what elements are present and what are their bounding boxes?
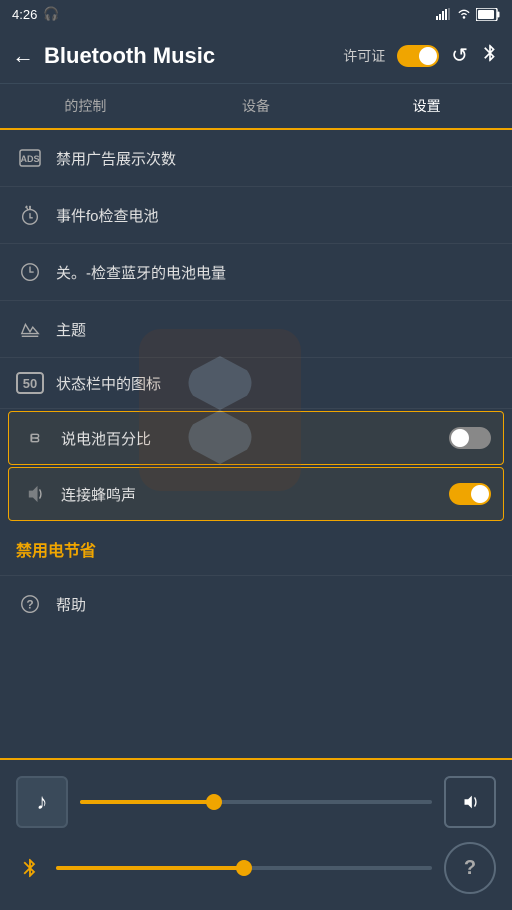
music-slider-fill <box>80 800 214 804</box>
music-slider-thumb <box>206 794 222 810</box>
bt-slider[interactable] <box>56 866 432 870</box>
bt-slider-thumb <box>236 860 252 876</box>
bt-icon-bottom <box>16 854 44 882</box>
help-icon: ? <box>16 590 44 618</box>
tab-bar: 的控制 设备 设置 <box>0 84 512 130</box>
setting-check[interactable]: 关。-检查蓝牙的电池电量 <box>0 244 512 301</box>
permission-toggle[interactable] <box>397 45 439 67</box>
event-label: 事件fo检查电池 <box>56 205 496 226</box>
settings-list: ADS 禁用广告展示次数 事件fo检查电池 关。-检查蓝牙的电池电量 <box>0 130 512 620</box>
header-actions: 许可证 ↺ <box>343 43 500 69</box>
bt-slider-fill <box>56 866 244 870</box>
bluetooth-icon[interactable] <box>480 43 500 69</box>
statusbar-label: 状态栏中的图标 <box>56 373 496 394</box>
setting-disable-save[interactable]: 禁用电节省 <box>0 523 512 576</box>
music-button[interactable]: ♪ <box>16 776 68 828</box>
setting-battery-pct[interactable]: 说电池百分比 <box>8 411 504 465</box>
tab-controls[interactable]: 的控制 <box>0 84 171 128</box>
disable-save-label: 禁用电节省 <box>16 537 496 561</box>
setting-theme[interactable]: 主题 <box>0 301 512 358</box>
svg-text:ADS: ADS <box>20 154 39 164</box>
bottom-controls: ♪ ? <box>0 758 512 910</box>
connect-beep-label: 连接蜂鸣声 <box>61 484 437 505</box>
volume-icon <box>459 791 481 813</box>
headphone-icon: 🎧 <box>43 6 59 22</box>
setting-statusbar[interactable]: 50 状态栏中的图标 <box>0 358 512 409</box>
check-icon <box>16 258 44 286</box>
status-right <box>436 8 500 21</box>
help-button[interactable]: ? <box>444 842 496 894</box>
tab-devices[interactable]: 设备 <box>171 84 342 128</box>
volume-button[interactable] <box>444 776 496 828</box>
ads-icon: ADS <box>16 144 44 172</box>
signal-icon <box>436 8 452 20</box>
event-icon <box>16 201 44 229</box>
theme-label: 主题 <box>56 319 496 340</box>
check-label: 关。-检查蓝牙的电池电量 <box>56 262 496 283</box>
status-bar: 4:26 🎧 <box>0 0 512 28</box>
statusbar-icon: 50 <box>16 372 44 394</box>
help-circle-icon: ? <box>464 857 476 880</box>
connect-beep-toggle[interactable] <box>449 483 491 505</box>
status-time: 4:26 <box>12 7 37 22</box>
music-control-row: ♪ <box>16 776 496 828</box>
tab-settings[interactable]: 设置 <box>341 84 512 128</box>
battery-icon <box>476 8 500 21</box>
setting-ads[interactable]: ADS 禁用广告展示次数 <box>0 130 512 187</box>
battery-pct-toggle[interactable] <box>449 427 491 449</box>
page-title: Bluetooth Music <box>44 43 343 69</box>
refresh-icon[interactable]: ↺ <box>451 43 468 68</box>
wifi-icon <box>456 8 472 20</box>
bt-control-row: ? <box>16 842 496 894</box>
connect-beep-icon <box>21 480 49 508</box>
help-label: 帮助 <box>56 594 496 615</box>
music-note-icon: ♪ <box>37 789 48 815</box>
theme-icon <box>16 315 44 343</box>
ads-label: 禁用广告展示次数 <box>56 148 496 169</box>
battery-pct-label: 说电池百分比 <box>61 428 437 449</box>
app-header: ← Bluetooth Music 许可证 ↺ <box>0 28 512 84</box>
music-slider[interactable] <box>80 800 432 804</box>
toggle-knob <box>419 47 437 65</box>
back-button[interactable]: ← <box>12 43 34 69</box>
svg-text:?: ? <box>26 598 33 612</box>
status-left: 4:26 🎧 <box>12 6 60 22</box>
setting-connect-beep[interactable]: 连接蜂鸣声 <box>8 467 504 521</box>
battery-pct-icon <box>21 424 49 452</box>
setting-event[interactable]: 事件fo检查电池 <box>0 187 512 244</box>
setting-help[interactable]: ? 帮助 <box>0 576 512 620</box>
permission-label: 许可证 <box>343 46 385 66</box>
